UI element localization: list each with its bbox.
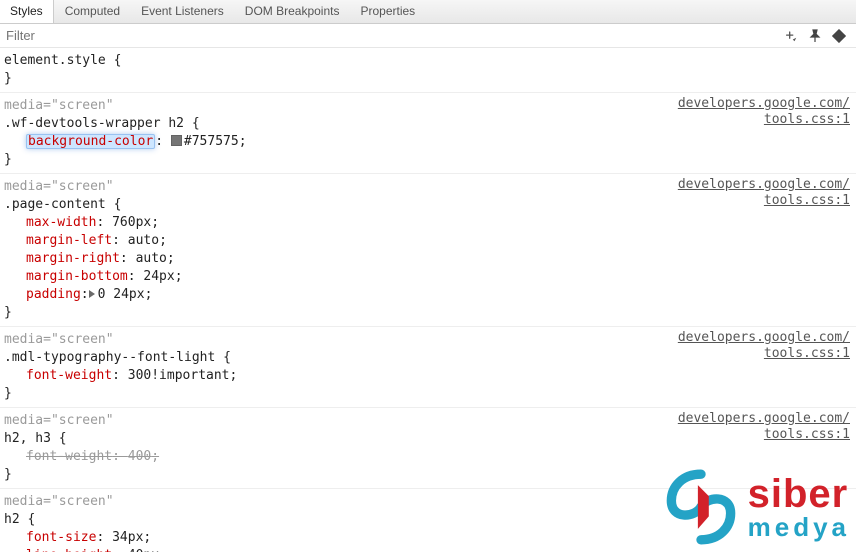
css-selector[interactable]: .wf-devtools-wrapper h2 — [4, 116, 184, 131]
css-property[interactable]: line-height — [26, 548, 112, 552]
tab-styles[interactable]: Styles — [0, 0, 54, 23]
pin-icon[interactable] — [808, 29, 822, 43]
rule-block[interactable]: developers.google.com/ tools.css:1 media… — [0, 93, 856, 174]
css-selector[interactable]: .mdl-typography--font-light — [4, 350, 215, 365]
css-property[interactable]: font-size — [26, 530, 96, 545]
styles-pane: element.style { } developers.google.com/… — [0, 48, 856, 552]
css-value[interactable]: 40px — [128, 548, 159, 552]
source-url-link[interactable]: developers.google.com/ — [678, 177, 850, 193]
source-link: developers.google.com/ tools.css:1 — [678, 411, 850, 443]
css-property[interactable]: padding — [26, 287, 81, 302]
css-property[interactable]: max-width — [26, 215, 96, 230]
css-value[interactable]: 760px — [112, 215, 151, 230]
css-value[interactable]: auto — [128, 233, 159, 248]
css-value[interactable]: #757575 — [184, 134, 239, 149]
new-style-rule-icon[interactable] — [784, 29, 798, 43]
source-file-link[interactable]: tools.css:1 — [678, 193, 850, 209]
filter-input[interactable] — [6, 28, 784, 43]
tab-properties[interactable]: Properties — [349, 0, 425, 23]
source-url-link[interactable]: developers.google.com/ — [678, 411, 850, 427]
rule-block[interactable]: developers.google.com/ tools.css:1 media… — [0, 408, 856, 489]
rule-block[interactable]: developers.google.com/ tools.css:1 media… — [0, 174, 856, 327]
css-selector[interactable]: element.style — [4, 53, 106, 68]
source-url-link[interactable]: developers.google.com/ — [678, 96, 850, 112]
css-selector[interactable]: .page-content — [4, 197, 106, 212]
css-value[interactable]: 0 24px — [98, 287, 145, 302]
source-link: developers.google.com/ tools.css:1 — [678, 177, 850, 209]
devtools-tabbar: Styles Computed Event Listeners DOM Brea… — [0, 0, 856, 24]
css-property[interactable]: background-color — [26, 134, 155, 149]
css-value[interactable]: 300!important — [128, 368, 230, 383]
source-file-link[interactable]: tools.css:1 — [678, 346, 850, 362]
css-media: media="screen" — [4, 493, 850, 511]
css-selector[interactable]: h2 — [4, 512, 20, 527]
rule-block[interactable]: media="screen" h2 { font-size: 34px; lin… — [0, 489, 856, 552]
css-property[interactable]: margin-right — [26, 251, 120, 266]
css-property[interactable]: font-weight — [26, 449, 112, 464]
element-state-icon[interactable] — [832, 29, 846, 43]
tab-dom-breakpoints[interactable]: DOM Breakpoints — [234, 0, 350, 23]
rule-block[interactable]: element.style { } — [0, 48, 856, 93]
rule-block[interactable]: developers.google.com/ tools.css:1 media… — [0, 327, 856, 408]
expand-shorthand-icon[interactable] — [89, 290, 95, 298]
source-file-link[interactable]: tools.css:1 — [678, 427, 850, 443]
tab-event-listeners[interactable]: Event Listeners — [130, 0, 234, 23]
css-value[interactable]: 34px — [112, 530, 143, 545]
filter-bar — [0, 24, 856, 48]
tab-computed[interactable]: Computed — [54, 0, 130, 23]
source-link: developers.google.com/ tools.css:1 — [678, 96, 850, 128]
source-link: developers.google.com/ tools.css:1 — [678, 330, 850, 362]
css-value[interactable]: 24px — [143, 269, 174, 284]
css-selector[interactable]: h2, h3 — [4, 431, 51, 446]
color-swatch-icon[interactable] — [171, 135, 182, 146]
source-url-link[interactable]: developers.google.com/ — [678, 330, 850, 346]
css-value[interactable]: 400 — [128, 449, 151, 464]
source-file-link[interactable]: tools.css:1 — [678, 112, 850, 128]
css-value[interactable]: auto — [136, 251, 167, 266]
css-property[interactable]: margin-bottom — [26, 269, 128, 284]
css-property[interactable]: margin-left — [26, 233, 112, 248]
css-property[interactable]: font-weight — [26, 368, 112, 383]
